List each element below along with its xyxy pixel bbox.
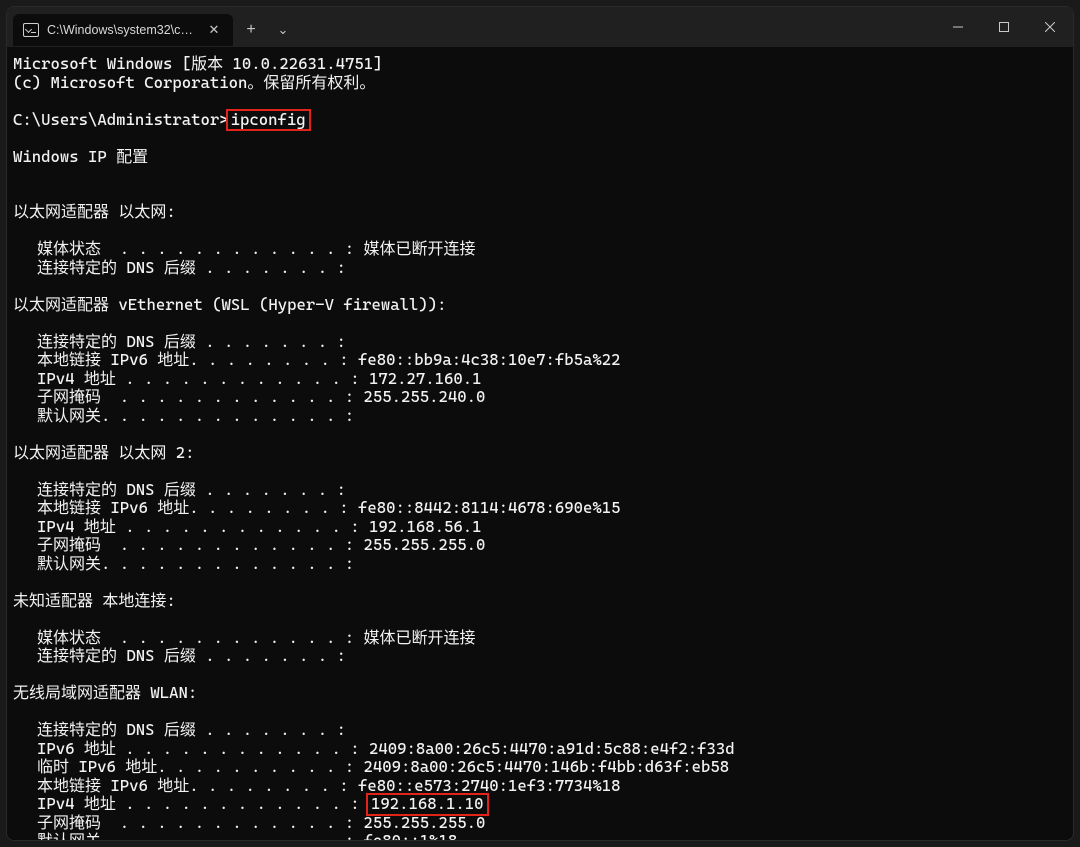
output-line: 媒体状态 . . . . . . . . . . . . : 媒体已断开连接 [13,629,1063,648]
terminal-window: C:\Windows\system32\cmd.e ✕ + ⌄ Microsof… [6,6,1074,841]
output-line: IPv6 地址 . . . . . . . . . . . . : 2409:8… [13,740,1063,759]
output-line: 默认网关. . . . . . . . . . . . . : [13,407,1063,426]
output-line [13,277,1063,296]
new-tab-button[interactable]: + [233,14,269,46]
tab-title: C:\Windows\system32\cmd.e [47,23,197,37]
output-line: 连接特定的 DNS 后缀 . . . . . . . : [13,647,1063,666]
close-icon [1045,22,1055,32]
tab-close-button[interactable]: ✕ [205,21,223,39]
command-highlight: ipconfig [226,109,311,132]
output-line: 以太网适配器 vEthernet (WSL (Hyper-V firewall)… [13,296,1063,315]
output-line: 子网掩码 . . . . . . . . . . . . : 255.255.2… [13,388,1063,407]
output-line: 本地链接 IPv6 地址. . . . . . . . : fe80::8442… [13,499,1063,518]
output-line: 连接特定的 DNS 后缀 . . . . . . . : [13,259,1063,278]
close-button[interactable] [1027,7,1073,47]
output-line: 默认网关. . . . . . . . . . . . . : [13,555,1063,574]
output-line [13,610,1063,629]
output-line: (c) Microsoft Corporation。保留所有权利。 [13,74,1063,93]
output-line: IPv4 地址 . . . . . . . . . . . . : 172.27… [13,370,1063,389]
tab-cmd[interactable]: C:\Windows\system32\cmd.e ✕ [13,14,233,46]
output-line: 以太网适配器 以太网: [13,203,1063,222]
output-line [13,425,1063,444]
output-line: 未知适配器 本地连接: [13,592,1063,611]
output-line: 以太网适配器 以太网 2: [13,444,1063,463]
output-line: IPv4 地址 . . . . . . . . . . . . : 192.16… [13,518,1063,537]
output-line: 媒体状态 . . . . . . . . . . . . : 媒体已断开连接 [13,240,1063,259]
minimize-icon [953,22,963,32]
output-line [13,185,1063,204]
output-line: 默认网关. . . . . . . . . . . . . : fe80::1%… [13,832,1063,840]
output-line: IPv4 地址 . . . . . . . . . . . . : 192.16… [13,795,1063,814]
maximize-icon [999,22,1009,32]
titlebar[interactable]: C:\Windows\system32\cmd.e ✕ + ⌄ [7,7,1073,47]
output-line: 子网掩码 . . . . . . . . . . . . : 255.255.2… [13,814,1063,833]
output-line [13,703,1063,722]
output-line: C:\Users\Administrator>ipconfig [13,111,1063,130]
output-line: 本地链接 IPv6 地址. . . . . . . . : fe80::bb9a… [13,351,1063,370]
output-line: 临时 IPv6 地址. . . . . . . . . . : 2409:8a0… [13,758,1063,777]
output-line [13,129,1063,148]
output-line: Windows IP 配置 [13,148,1063,167]
output-line: 子网掩码 . . . . . . . . . . . . : 255.255.2… [13,536,1063,555]
output-line [13,573,1063,592]
output-line: 连接特定的 DNS 后缀 . . . . . . . : [13,481,1063,500]
output-line [13,462,1063,481]
output-line: 无线局域网适配器 WLAN: [13,684,1063,703]
output-line [13,92,1063,111]
terminal-output[interactable]: Microsoft Windows [版本 10.0.22631.4751](c… [7,47,1073,840]
output-line [13,666,1063,685]
output-line: 连接特定的 DNS 后缀 . . . . . . . : [13,721,1063,740]
minimize-button[interactable] [935,7,981,47]
output-line [13,314,1063,333]
output-line: 本地链接 IPv6 地址. . . . . . . . : fe80::e573… [13,777,1063,796]
cmd-icon [23,23,39,37]
output-line [13,222,1063,241]
output-line: Microsoft Windows [版本 10.0.22631.4751] [13,55,1063,74]
output-line: 连接特定的 DNS 后缀 . . . . . . . : [13,333,1063,352]
output-line [13,166,1063,185]
maximize-button[interactable] [981,7,1027,47]
prompt: C:\Users\Administrator> [13,110,229,129]
tab-dropdown-button[interactable]: ⌄ [269,14,297,46]
